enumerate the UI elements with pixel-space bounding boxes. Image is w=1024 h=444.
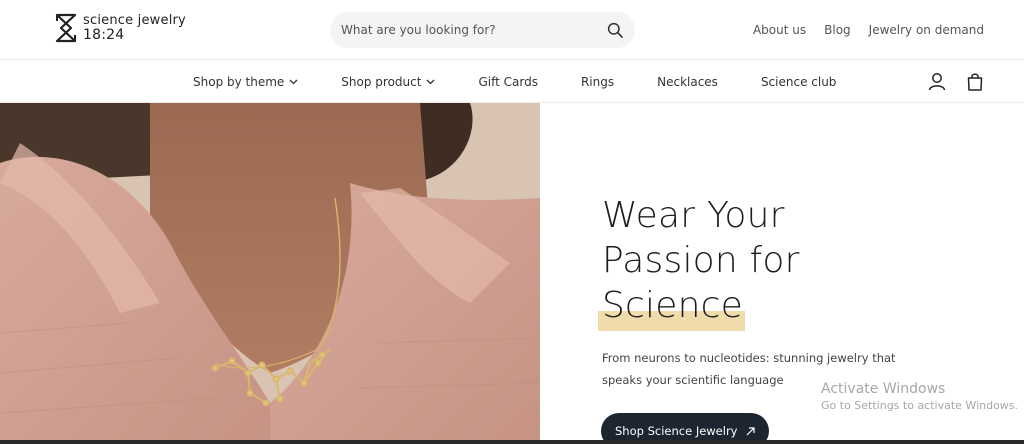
watermark-title: Activate Windows xyxy=(821,381,946,397)
user-icon[interactable] xyxy=(928,72,946,91)
shopping-bag-icon[interactable] xyxy=(966,72,984,91)
nav-item-shop-by-theme[interactable]: Shop by theme xyxy=(193,75,298,89)
chevron-down-icon xyxy=(426,79,435,85)
nav-item-label: Necklaces xyxy=(657,75,718,89)
headline-highlight: Science xyxy=(598,283,745,331)
headline-line-3: Science xyxy=(602,285,743,326)
nav-item-necklaces[interactable]: Necklaces xyxy=(657,75,718,89)
nav-item-gift-cards[interactable]: Gift Cards xyxy=(478,75,538,89)
brand-logo[interactable]: science jewelry 18:24 xyxy=(55,13,186,43)
nav-item-label: Shop product xyxy=(341,75,422,89)
nav-item-label: Rings xyxy=(580,75,615,89)
headline-line-2: Passion for xyxy=(602,240,800,281)
hero-headline: Wear Your Passion for Science xyxy=(598,193,800,331)
nav-item-shop-product[interactable]: Shop product xyxy=(341,75,435,89)
activate-windows-watermark: Activate Windows Go to Settings to activ… xyxy=(821,381,1018,414)
jewelry-on-demand-link[interactable]: Jewelry on demand xyxy=(869,23,984,37)
nav-item-label: Shop by theme xyxy=(193,75,285,89)
brand-name: science jewelry xyxy=(83,13,186,28)
about-us-link[interactable]: About us xyxy=(753,23,806,37)
taskbar-edge xyxy=(0,440,1024,444)
nav-item-science-club[interactable]: Science club xyxy=(761,75,837,89)
search-icon[interactable] xyxy=(607,22,623,38)
chevron-down-icon xyxy=(289,79,298,85)
hero-image xyxy=(0,103,540,441)
subtext-line-1: From neurons to nucleotides: stunning je… xyxy=(602,351,896,365)
nav-item-rings[interactable]: Rings xyxy=(581,75,614,89)
search-bar[interactable] xyxy=(330,12,635,48)
nav-item-label: Gift Cards xyxy=(478,75,538,89)
watermark-subtitle: Go to Settings to activate Windows. xyxy=(821,399,1019,412)
arrow-up-right-icon xyxy=(746,426,755,435)
main-nav: Shop by theme Shop product Gift Cards Ri… xyxy=(0,61,1024,103)
top-bar: science jewelry 18:24 About us Blog Jewe… xyxy=(0,0,1024,60)
search-input[interactable] xyxy=(341,23,591,37)
top-links: About us Blog Jewelry on demand xyxy=(753,23,984,37)
nav-item-label: Science club xyxy=(760,75,837,89)
blog-link[interactable]: Blog xyxy=(824,23,851,37)
clock-time: 18:24 xyxy=(83,27,125,43)
hourglass-logo-icon xyxy=(55,13,77,43)
cta-label: Shop Science Jewelry xyxy=(615,424,738,438)
headline-line-1: Wear Your xyxy=(602,195,785,236)
